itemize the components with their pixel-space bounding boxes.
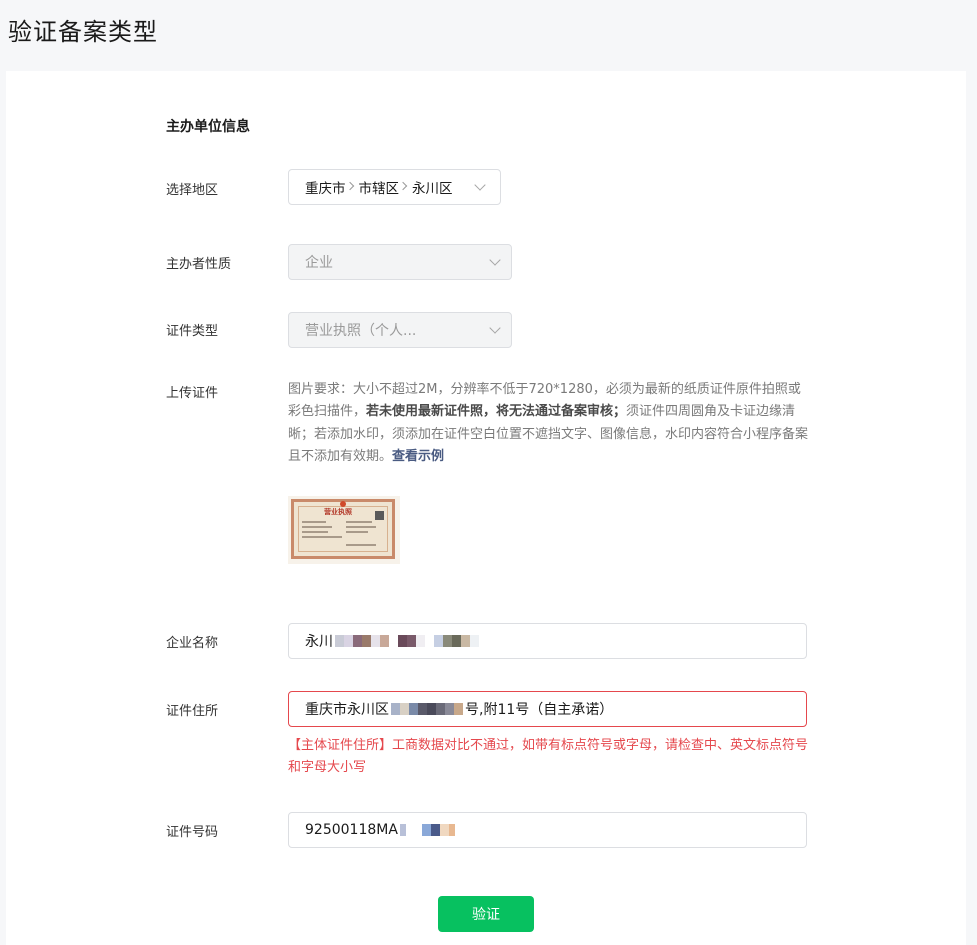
region-province: 重庆市 — [305, 181, 346, 197]
cert-number-label: 证件号码 — [166, 825, 219, 840]
chevron-down-icon — [489, 322, 501, 334]
cert-type-label: 证件类型 — [166, 324, 219, 339]
view-example-link[interactable]: 查看示例 — [392, 449, 444, 464]
chevron-down-icon — [474, 179, 486, 191]
region-select[interactable]: 重庆市 市辖区 永川区 — [288, 169, 501, 205]
region-district: 永川区 — [412, 181, 453, 197]
chevron-right-icon — [345, 181, 354, 191]
section-title: 主办单位信息 — [166, 119, 250, 135]
organizer-type-label: 主办者性质 — [166, 257, 232, 272]
organizer-type-select: 企业 — [288, 244, 512, 280]
region-city: 市辖区 — [358, 181, 400, 197]
cert-address-error: 【主体证件住所】工商数据对比不通过，如带有标点符号或字母，请检查中、英文标点符号… — [288, 738, 809, 775]
cert-type-value: 营业执照（个人... — [305, 323, 417, 339]
upload-requirements: 图片要求：大小不超过2M，分辨率不低于720*1280，必须为最新的纸质证件原件… — [288, 379, 810, 468]
qr-code-icon — [375, 511, 384, 520]
redacted-mosaic — [391, 703, 463, 715]
uploaded-license-thumbnail[interactable]: 营业执照 — [288, 496, 400, 564]
upload-desc-warning: 若未使用最新证件照，将无法通过备案审核； — [366, 404, 627, 420]
redacted-mosaic — [335, 635, 479, 647]
company-name-value: 永川 — [305, 634, 333, 650]
chevron-right-icon — [398, 181, 408, 191]
redacted-mosaic — [399, 824, 455, 836]
cert-address-label: 证件住所 — [166, 704, 219, 719]
cert-type-select: 营业执照（个人... — [288, 312, 512, 348]
license-image: 营业执照 — [291, 499, 395, 559]
company-name-label: 企业名称 — [166, 636, 219, 651]
company-name-input[interactable]: 永川 — [288, 623, 807, 659]
verify-button[interactable]: 验证 — [438, 896, 534, 932]
cert-number-input[interactable]: 92500118MA — [288, 812, 807, 848]
cert-number-value: 92500118MA — [305, 822, 398, 838]
organizer-type-value: 企业 — [305, 255, 333, 271]
page-title: 验证备案类型 — [8, 18, 158, 46]
chevron-down-icon — [489, 254, 501, 266]
cert-address-value-prefix: 重庆市永川区 — [305, 702, 389, 718]
upload-label: 上传证件 — [166, 386, 219, 401]
cert-address-value-suffix: 号,附11号（自主承诺） — [465, 702, 614, 718]
cert-address-input[interactable]: 重庆市永川区 号,附11号（自主承诺） — [288, 691, 807, 727]
license-image-title: 营业执照 — [324, 508, 352, 516]
region-label: 选择地区 — [166, 183, 219, 198]
